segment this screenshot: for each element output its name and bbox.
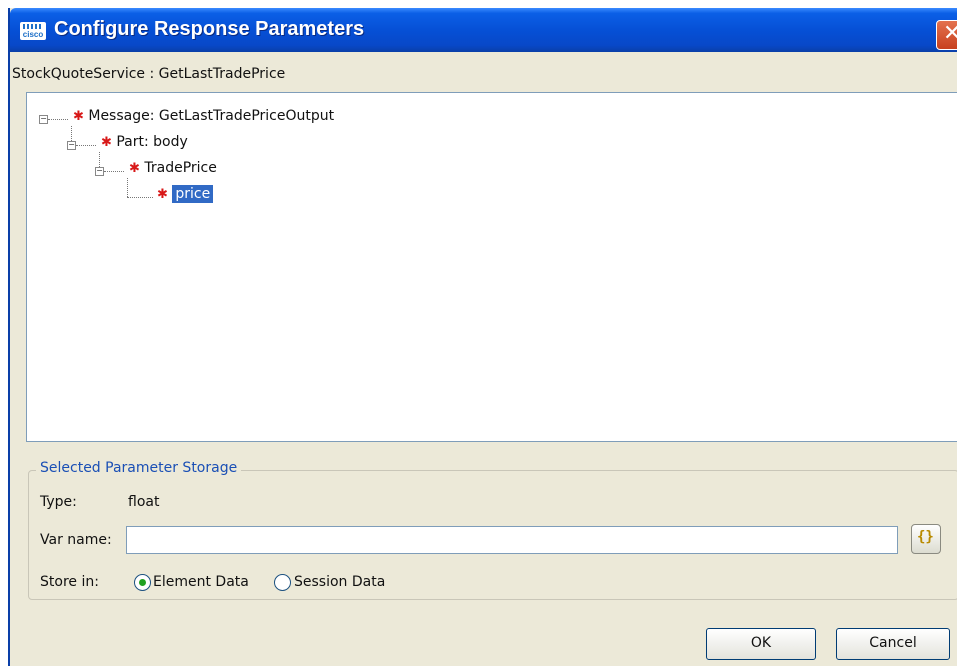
tree-node-part[interactable]: ✱ Part: body — [101, 134, 188, 150]
operation-label: StockQuoteService : GetLastTradePrice — [12, 66, 286, 82]
collapse-icon[interactable]: − — [95, 167, 104, 176]
required-icon: ✱ — [73, 109, 84, 124]
cancel-button[interactable]: Cancel — [836, 628, 950, 660]
braces-icon: {} — [917, 529, 934, 545]
type-value: float — [128, 494, 160, 510]
ok-button[interactable]: OK — [706, 628, 816, 660]
window-title: Configure Response Parameters — [54, 18, 365, 40]
parameter-tree[interactable]: − ✱ Message: GetLastTradePriceOutput − ✱… — [26, 92, 957, 442]
storage-group-legend: Selected Parameter Storage — [36, 460, 242, 476]
dialog-window: cisco Configure Response Parameters ✕ St… — [8, 8, 957, 666]
session-data-radio[interactable] — [274, 574, 291, 591]
title-bar[interactable]: cisco Configure Response Parameters ✕ — [10, 8, 957, 52]
tree-node-price[interactable]: ✱ price — [157, 185, 214, 203]
cisco-logo-icon: cisco — [20, 22, 46, 40]
required-icon: ✱ — [129, 161, 140, 176]
close-icon: ✕ — [943, 21, 957, 46]
session-data-label[interactable]: Session Data — [294, 574, 385, 590]
element-data-label[interactable]: Element Data — [153, 574, 249, 590]
tree-node-label-selected: price — [172, 185, 214, 203]
collapse-icon[interactable]: − — [67, 141, 76, 150]
var-name-input[interactable] — [126, 526, 898, 554]
required-icon: ✱ — [157, 187, 168, 202]
tree-node-label: TradePrice — [144, 160, 217, 176]
close-button[interactable]: ✕ — [936, 20, 957, 50]
tree-node-message[interactable]: ✱ Message: GetLastTradePriceOutput — [73, 108, 334, 124]
tree-node-label: Part: body — [116, 134, 188, 150]
variable-picker-button[interactable]: {} — [911, 524, 941, 554]
element-data-radio[interactable] — [134, 574, 151, 591]
type-label: Type: — [40, 494, 77, 510]
tree-node-tradeprice[interactable]: ✱ TradePrice — [129, 160, 217, 176]
store-in-label: Store in: — [40, 574, 99, 590]
var-name-label: Var name: — [40, 532, 112, 548]
required-icon: ✱ — [101, 135, 112, 150]
tree-node-label: Message: GetLastTradePriceOutput — [88, 108, 335, 124]
collapse-icon[interactable]: − — [39, 115, 48, 124]
